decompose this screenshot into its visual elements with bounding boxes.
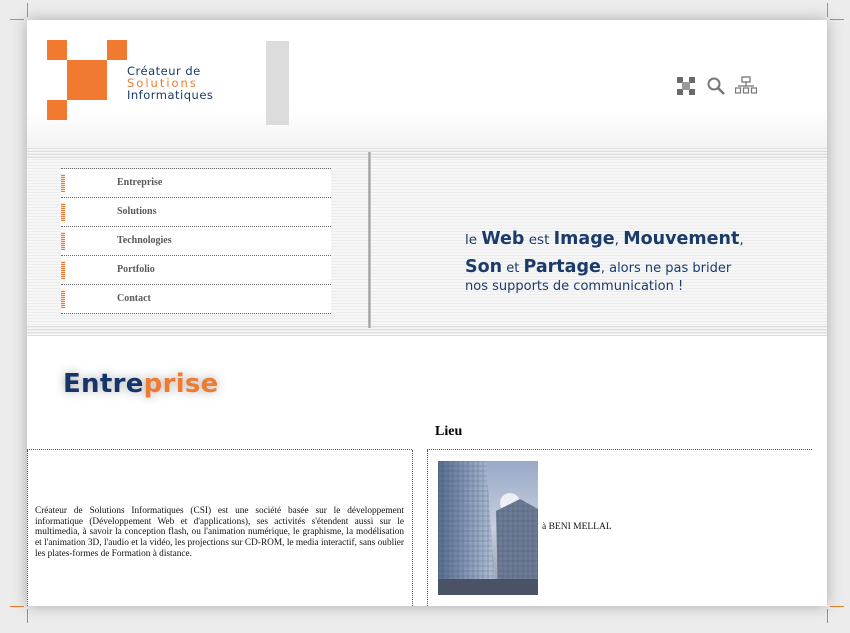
slogan-keyword: Web bbox=[481, 229, 525, 249]
menu-item-solutions[interactable]: Solutions bbox=[61, 198, 331, 227]
crop-mark bbox=[10, 606, 24, 607]
header: Créateur de Solutions Informatiques bbox=[27, 20, 827, 148]
section-title: Entreprise bbox=[63, 369, 219, 399]
slogan-text: , bbox=[739, 232, 744, 248]
slogan: le Web est Image, Mouvement, Son et Part… bbox=[465, 226, 803, 296]
crop-mark bbox=[27, 609, 28, 623]
sitemap-icon[interactable] bbox=[734, 75, 758, 97]
vertical-divider bbox=[368, 152, 371, 328]
crop-mark bbox=[10, 19, 24, 20]
menu-bullet bbox=[61, 261, 65, 279]
menu-label: Entreprise bbox=[117, 177, 163, 188]
crop-mark bbox=[830, 606, 844, 607]
slogan-text: et bbox=[502, 261, 524, 276]
lieu-title: Lieu bbox=[435, 424, 463, 439]
logo-line-3: Informatiques bbox=[127, 88, 214, 102]
menu-item-contact[interactable]: Contact bbox=[61, 285, 331, 314]
slogan-text: , bbox=[614, 232, 624, 248]
slogan-keyword: Partage bbox=[523, 257, 601, 277]
crop-mark bbox=[830, 19, 844, 20]
slogan-keyword: Image bbox=[553, 229, 615, 249]
menu-bullet bbox=[61, 232, 65, 250]
menu-item-portfolio[interactable]: Portfolio bbox=[61, 256, 331, 285]
network-icon[interactable] bbox=[675, 75, 697, 97]
crop-mark bbox=[827, 3, 828, 17]
menu-bullet bbox=[61, 290, 65, 308]
border-left bbox=[27, 450, 28, 606]
crop-mark bbox=[27, 3, 28, 17]
menu-item-entreprise[interactable]: Entreprise bbox=[61, 169, 331, 198]
section-title-part-1: Entre bbox=[63, 369, 144, 399]
hero-band: Entreprise Solutions Technologies Portfo… bbox=[27, 148, 827, 336]
logo-text[interactable]: Créateur de Solutions Informatiques bbox=[127, 65, 213, 101]
slogan-text: nos supports de communication ! bbox=[465, 279, 684, 294]
menu-bullet bbox=[61, 174, 65, 192]
building-photo bbox=[438, 461, 538, 595]
section-title-part-2: prise bbox=[143, 369, 219, 399]
menu-label: Portfolio bbox=[117, 264, 155, 275]
menu-item-technologies[interactable]: Technologies bbox=[61, 227, 331, 256]
slogan-text: , alors ne pas brider bbox=[600, 261, 732, 276]
logo-icon[interactable] bbox=[27, 20, 137, 135]
band-lines-top bbox=[27, 148, 827, 158]
border-mid-right bbox=[427, 450, 428, 606]
menu-label: Solutions bbox=[117, 206, 157, 217]
divider-right bbox=[427, 449, 812, 450]
slogan-text: le bbox=[465, 232, 482, 248]
company-description: Créateur de Solutions Informatiques (CSI… bbox=[35, 506, 404, 559]
menu-label: Technologies bbox=[117, 235, 172, 246]
header-separator bbox=[266, 41, 289, 125]
menu-bullet bbox=[61, 203, 65, 221]
search-icon[interactable] bbox=[705, 75, 727, 97]
border-mid-left bbox=[412, 450, 413, 606]
slogan-text: est bbox=[524, 232, 554, 248]
band-lines-bottom bbox=[27, 326, 827, 336]
slogan-keyword: Mouvement bbox=[623, 229, 740, 249]
divider-left bbox=[27, 449, 412, 450]
page: Créateur de Solutions Informatiques Entr… bbox=[27, 20, 827, 606]
crop-mark bbox=[827, 609, 828, 623]
main-menu: Entreprise Solutions Technologies Portfo… bbox=[61, 168, 331, 314]
menu-label: Contact bbox=[117, 293, 151, 304]
lieu-caption: à BENI MELLAL bbox=[542, 522, 612, 532]
slogan-keyword: Son bbox=[465, 257, 503, 277]
